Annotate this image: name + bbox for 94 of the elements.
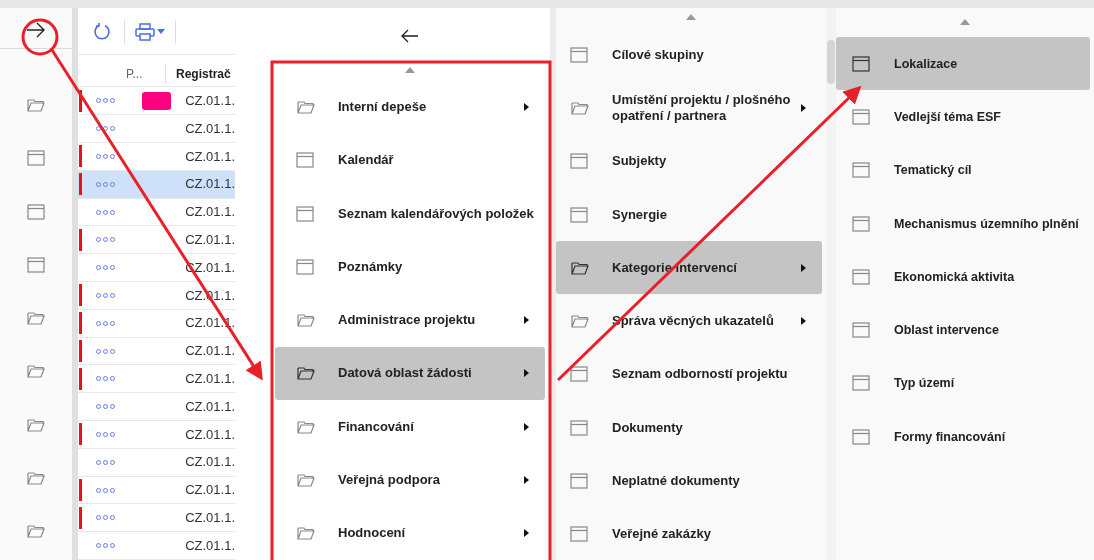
scroll-up-caret-icon[interactable] bbox=[686, 14, 696, 20]
window-icon bbox=[570, 153, 588, 170]
menu-item[interactable]: Cílové skupiny bbox=[556, 28, 822, 82]
table-cell-text: CZ.01.1. bbox=[185, 509, 235, 528]
window-icon bbox=[852, 375, 870, 392]
table-cell-text: CZ.01.1. bbox=[185, 536, 235, 555]
menu-item[interactable]: Interní depeše bbox=[275, 80, 545, 134]
window-icon bbox=[296, 258, 314, 275]
window-icon bbox=[852, 108, 870, 125]
table-row[interactable]: CZ.01.1. bbox=[78, 504, 235, 533]
window-icon bbox=[852, 55, 870, 72]
table-cell-text: CZ.01.1. bbox=[185, 119, 235, 138]
window-icon bbox=[852, 322, 870, 339]
menu-item[interactable]: Neplatné dokumenty bbox=[556, 454, 822, 508]
menu-item[interactable]: Hodnocení bbox=[275, 506, 545, 560]
column-header[interactable]: Registrač bbox=[166, 64, 231, 83]
scroll-up-caret-icon[interactable] bbox=[960, 18, 970, 25]
column-header[interactable]: P... bbox=[126, 64, 166, 83]
scroll-up-caret-icon[interactable] bbox=[405, 67, 415, 74]
table-cell-text: CZ.01.1. bbox=[185, 370, 235, 389]
menu-item[interactable]: Seznam odborností projektu bbox=[556, 347, 822, 402]
folder-icon bbox=[26, 363, 46, 380]
table-cell-text: CZ.01.1. bbox=[185, 203, 235, 222]
folder-icon bbox=[296, 525, 316, 542]
menu-item[interactable]: Administrace projektu bbox=[275, 293, 545, 347]
folder-icon bbox=[570, 313, 590, 330]
folder-icon bbox=[26, 310, 46, 327]
menu-item[interactable]: Veřejné zakázky bbox=[556, 507, 822, 560]
window-icon bbox=[570, 526, 588, 543]
menu-item[interactable]: Vedlejší téma ESF bbox=[836, 90, 1090, 144]
table-cell-text: CZ.01.1. bbox=[185, 425, 235, 444]
window-icon bbox=[27, 203, 45, 220]
table-cell-text: CZ.01.1. bbox=[185, 342, 235, 361]
folder-icon bbox=[26, 470, 46, 487]
folder-icon bbox=[296, 472, 316, 489]
table-row[interactable]: CZ.01.1. bbox=[78, 421, 235, 449]
menu-item[interactable]: Typ území bbox=[836, 356, 1090, 411]
window-icon bbox=[852, 162, 870, 179]
window-icon bbox=[570, 473, 588, 489]
menu-item[interactable]: Mechanismus územního plnění bbox=[836, 196, 1090, 251]
table-row[interactable]: CZ.01.1. bbox=[78, 476, 235, 505]
table-cell-text: CZ.01.1. bbox=[185, 92, 235, 111]
menu-item[interactable]: Veřejná podpora bbox=[275, 453, 545, 507]
table-cell-text: CZ.01.1. bbox=[185, 175, 235, 194]
folder-icon bbox=[26, 97, 46, 113]
scrollbar-thumb[interactable] bbox=[827, 40, 835, 84]
window-icon bbox=[27, 256, 45, 273]
window-icon bbox=[570, 419, 588, 436]
printer-icon bbox=[135, 22, 155, 41]
table-cell-text: CZ.01.1. bbox=[185, 397, 235, 416]
table-row[interactable]: CZ.01.1. bbox=[78, 143, 235, 171]
menu-item[interactable]: Lokalizace bbox=[836, 37, 1090, 91]
window-icon bbox=[570, 46, 588, 63]
caret-icon bbox=[157, 29, 165, 35]
menu-item[interactable]: Ekonomická aktivita bbox=[836, 250, 1090, 304]
folder-icon bbox=[26, 416, 46, 433]
menu-item[interactable]: Financování bbox=[275, 400, 545, 454]
folder-icon bbox=[570, 99, 590, 116]
window-icon bbox=[27, 150, 45, 167]
folder-icon bbox=[296, 98, 316, 115]
folder-icon bbox=[296, 365, 316, 382]
menu-item[interactable]: Subjekty bbox=[556, 134, 822, 188]
menu-item[interactable]: Oblast intervence bbox=[836, 303, 1090, 357]
menu-item[interactable]: Umístění projektu / plošného opatření / partnera bbox=[556, 81, 822, 135]
window-icon bbox=[296, 205, 314, 222]
menu-item[interactable]: Formy financování bbox=[836, 410, 1090, 464]
window-icon bbox=[570, 206, 588, 223]
folder-icon bbox=[296, 418, 316, 435]
table-row[interactable]: CZ.01.1. bbox=[78, 87, 235, 116]
window-icon bbox=[570, 366, 588, 383]
menu-item[interactable]: Dokumenty bbox=[556, 401, 822, 455]
table-cell-text: CZ.01.1. bbox=[185, 453, 235, 472]
window-icon bbox=[852, 268, 870, 285]
window-icon bbox=[852, 215, 870, 232]
window-icon bbox=[296, 152, 314, 169]
menu-item[interactable]: Tematický cíl bbox=[836, 143, 1090, 197]
table-row[interactable]: CZ.01.1. bbox=[78, 337, 235, 366]
menu-item[interactable]: Seznam kalendářových položek bbox=[275, 186, 545, 241]
table-cell-text: CZ.01.1. bbox=[185, 147, 235, 166]
table-row[interactable]: CZ.01.1. bbox=[78, 226, 235, 255]
folder-icon bbox=[570, 259, 590, 276]
menu-item[interactable]: Kalendář bbox=[275, 133, 545, 187]
table-row[interactable]: CZ.01.1. bbox=[78, 365, 235, 394]
menu-item[interactable]: Datová oblast žádosti bbox=[275, 346, 545, 401]
window-icon bbox=[852, 428, 870, 445]
menu-item[interactable]: Synergie bbox=[556, 187, 822, 242]
folder-icon bbox=[26, 523, 46, 540]
table-cell-text: CZ.01.1. bbox=[185, 481, 235, 500]
table-row[interactable]: CZ.01.1. bbox=[78, 170, 235, 199]
menu-item[interactable]: Kategorie intervencí bbox=[556, 241, 822, 295]
annotation-circle bbox=[21, 18, 59, 56]
table-cell-text: CZ.01.1. bbox=[185, 231, 235, 250]
menu-item[interactable]: Poznámky bbox=[275, 240, 545, 294]
folder-icon bbox=[296, 312, 316, 329]
